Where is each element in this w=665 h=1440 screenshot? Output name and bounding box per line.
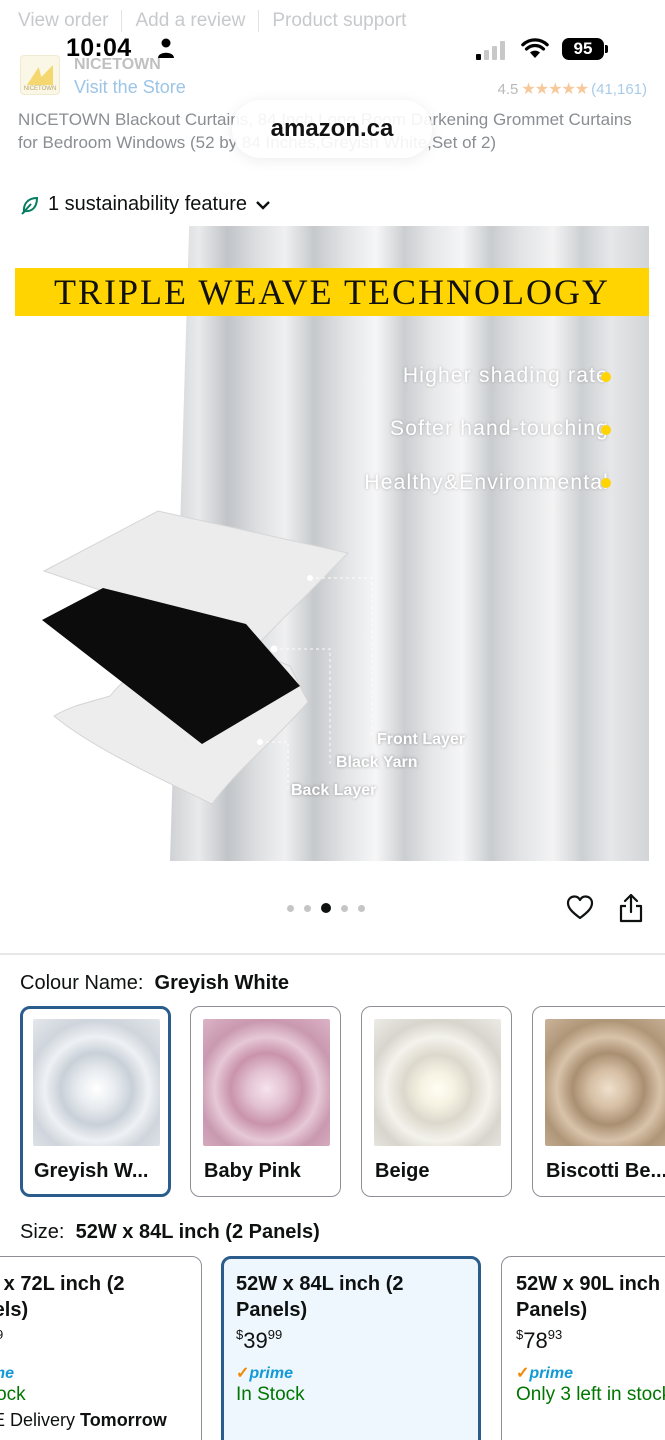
leaf-icon [21, 196, 39, 215]
battery-cap [605, 45, 608, 53]
wifi-icon [521, 38, 549, 58]
size-option-name: 52W x 90L inch (2 Panels) [516, 1273, 665, 1321]
sustainability-label: 1 sustainability feature [48, 193, 248, 215]
carousel-dot[interactable] [287, 904, 294, 912]
layer-label: Black Yarn [336, 754, 418, 771]
chevron-down-icon [256, 200, 270, 210]
colour-option-baby-pink[interactable]: Baby Pink [190, 1006, 341, 1197]
swatch-image [545, 1019, 665, 1146]
visit-store-link[interactable]: Visit the Store [74, 77, 186, 98]
layer-label: Front Layer [377, 731, 466, 748]
size-option-price: $2999 [0, 1327, 3, 1354]
carousel-dot[interactable] [341, 904, 348, 912]
rating-value: 4.5 [497, 80, 519, 98]
prime-badge: ✓prime [0, 1365, 14, 1382]
heart-icon[interactable] [566, 894, 594, 922]
prime-badge: ✓prime [516, 1365, 573, 1382]
url-bar[interactable]: amazon.ca [232, 100, 432, 158]
prime-badge: ✓prime [236, 1365, 293, 1382]
colour-label-text: Colour Name: [20, 972, 144, 994]
delivery-info: FREE Delivery Tomorrow [0, 1410, 167, 1430]
swatch-image [33, 1019, 160, 1146]
stock-status: In Stock [0, 1384, 26, 1405]
size-option-52x84[interactable]: 52W x 84L inch (2 Panels) $3999 ✓prime I… [221, 1256, 481, 1440]
share-icon[interactable] [618, 893, 644, 923]
divider [121, 10, 123, 32]
product-image[interactable]: TRIPLE WEAVE TECHNOLOGY Higher shading r… [0, 226, 665, 861]
size-option-name: 52W x 84L inch (2 Panels) [236, 1273, 404, 1321]
size-options: 52W x 72L inch (2 Panels) $2999 ✓prime I… [0, 1256, 665, 1440]
swatch-label: Beige [375, 1160, 430, 1182]
section-divider [0, 953, 665, 955]
signal-icon [476, 40, 510, 60]
swatch-label: Biscotti Be... [546, 1160, 665, 1182]
view-order-link[interactable]: View order [18, 10, 108, 32]
brand-logo[interactable]: NICETOWN [20, 55, 60, 95]
size-selected-value: 52W x 84L inch (2 Panels) [75, 1221, 320, 1243]
swatch-image [203, 1019, 330, 1146]
product-support-link[interactable]: Product support [272, 10, 406, 32]
carousel-dots[interactable] [287, 903, 365, 913]
size-option-name: 52W x 72L inch (2 Panels) [0, 1273, 125, 1321]
size-selector-label: Size: 52W x 84L inch (2 Panels) [20, 1221, 320, 1244]
stock-status: In Stock [236, 1384, 305, 1405]
size-label-text: Size: [20, 1221, 65, 1243]
colour-option-beige[interactable]: Beige [361, 1006, 512, 1197]
rating-count[interactable]: (41,161) [591, 81, 647, 98]
stock-status: Only 3 left in stock [516, 1384, 665, 1405]
add-review-link[interactable]: Add a review [135, 10, 245, 32]
colour-option-biscotti-beige[interactable]: Biscotti Be... [532, 1006, 665, 1197]
sustainability-toggle[interactable]: 1 sustainability feature [20, 193, 271, 216]
size-option-price: $7893 [516, 1327, 563, 1353]
fabric-layers-illustration [42, 510, 373, 805]
size-option-52x72[interactable]: 52W x 72L inch (2 Panels) $2999 ✓prime I… [0, 1256, 202, 1440]
rating-summary[interactable]: 4.5 ★★★★★ (41,161) [498, 79, 647, 99]
logo-mark [27, 65, 53, 85]
colour-option-greyish-white[interactable]: Greyish W... [20, 1006, 171, 1197]
carousel-dot[interactable] [304, 904, 311, 912]
star-rating-icon: ★★★★★ [521, 81, 589, 98]
size-option-price: $3999 [236, 1327, 283, 1353]
size-option-52x90[interactable]: 52W x 90L inch (2 Panels) $7893 ✓prime O… [501, 1256, 665, 1440]
swatch-image [374, 1019, 501, 1146]
swatch-label: Greyish W... [34, 1160, 149, 1182]
swatch-label: Baby Pink [204, 1160, 301, 1182]
colour-selected-value: Greyish White [154, 972, 289, 994]
brand-name: NICETOWN [74, 56, 161, 73]
layer-label: Back Layer [291, 782, 377, 799]
carousel-dot[interactable] [358, 904, 365, 912]
top-actions-bar: View order Add a review Product support [18, 8, 665, 34]
battery-indicator: 95 [562, 38, 604, 60]
carousel-dot-active[interactable] [321, 903, 331, 913]
colour-selector-label: Colour Name: Greyish White [20, 972, 289, 995]
person-icon [158, 38, 174, 58]
colour-swatches: Greyish W... Baby Pink Beige Biscotti Be… [20, 1006, 665, 1200]
divider [258, 10, 260, 32]
logo-text: NICETOWN [23, 86, 57, 92]
